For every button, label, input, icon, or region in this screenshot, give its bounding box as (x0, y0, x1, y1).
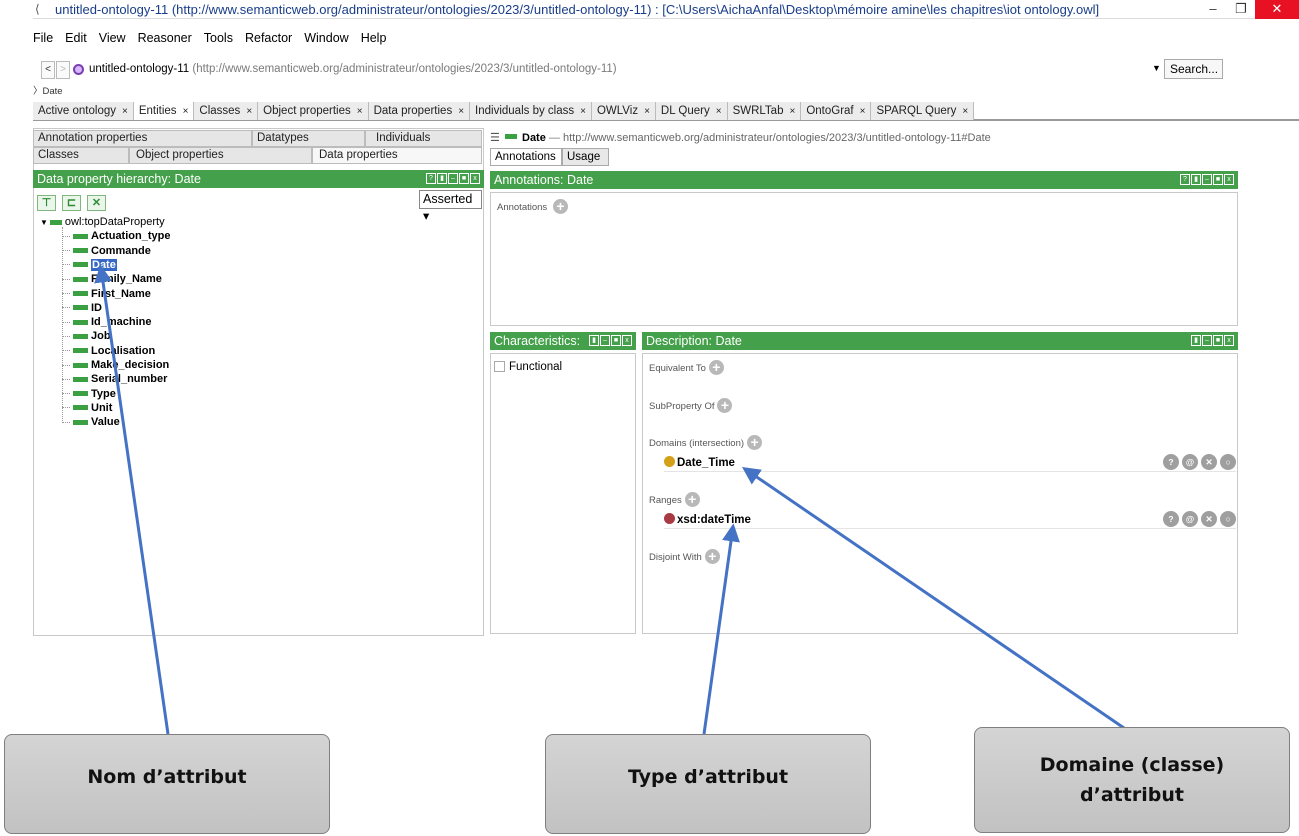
arrow-type (702, 523, 740, 735)
callout-type-attribut: Type d’attribut (545, 734, 871, 834)
callout-domaine-line1: Domaine (classe) (1039, 754, 1225, 776)
callout-domaine-line2: d’attribut (1080, 784, 1184, 806)
callout-type-text: Type d’attribut (627, 766, 789, 788)
callout-nom-text: Nom d’attribut (87, 766, 247, 788)
annotation-arrows (94, 264, 1125, 735)
arrow-domaine (742, 466, 1125, 730)
arrow-nom (94, 264, 170, 735)
callout-domaine-attribut: Domaine (classe) d’attribut (974, 727, 1290, 833)
callout-nom-attribut: Nom d’attribut (4, 734, 330, 834)
